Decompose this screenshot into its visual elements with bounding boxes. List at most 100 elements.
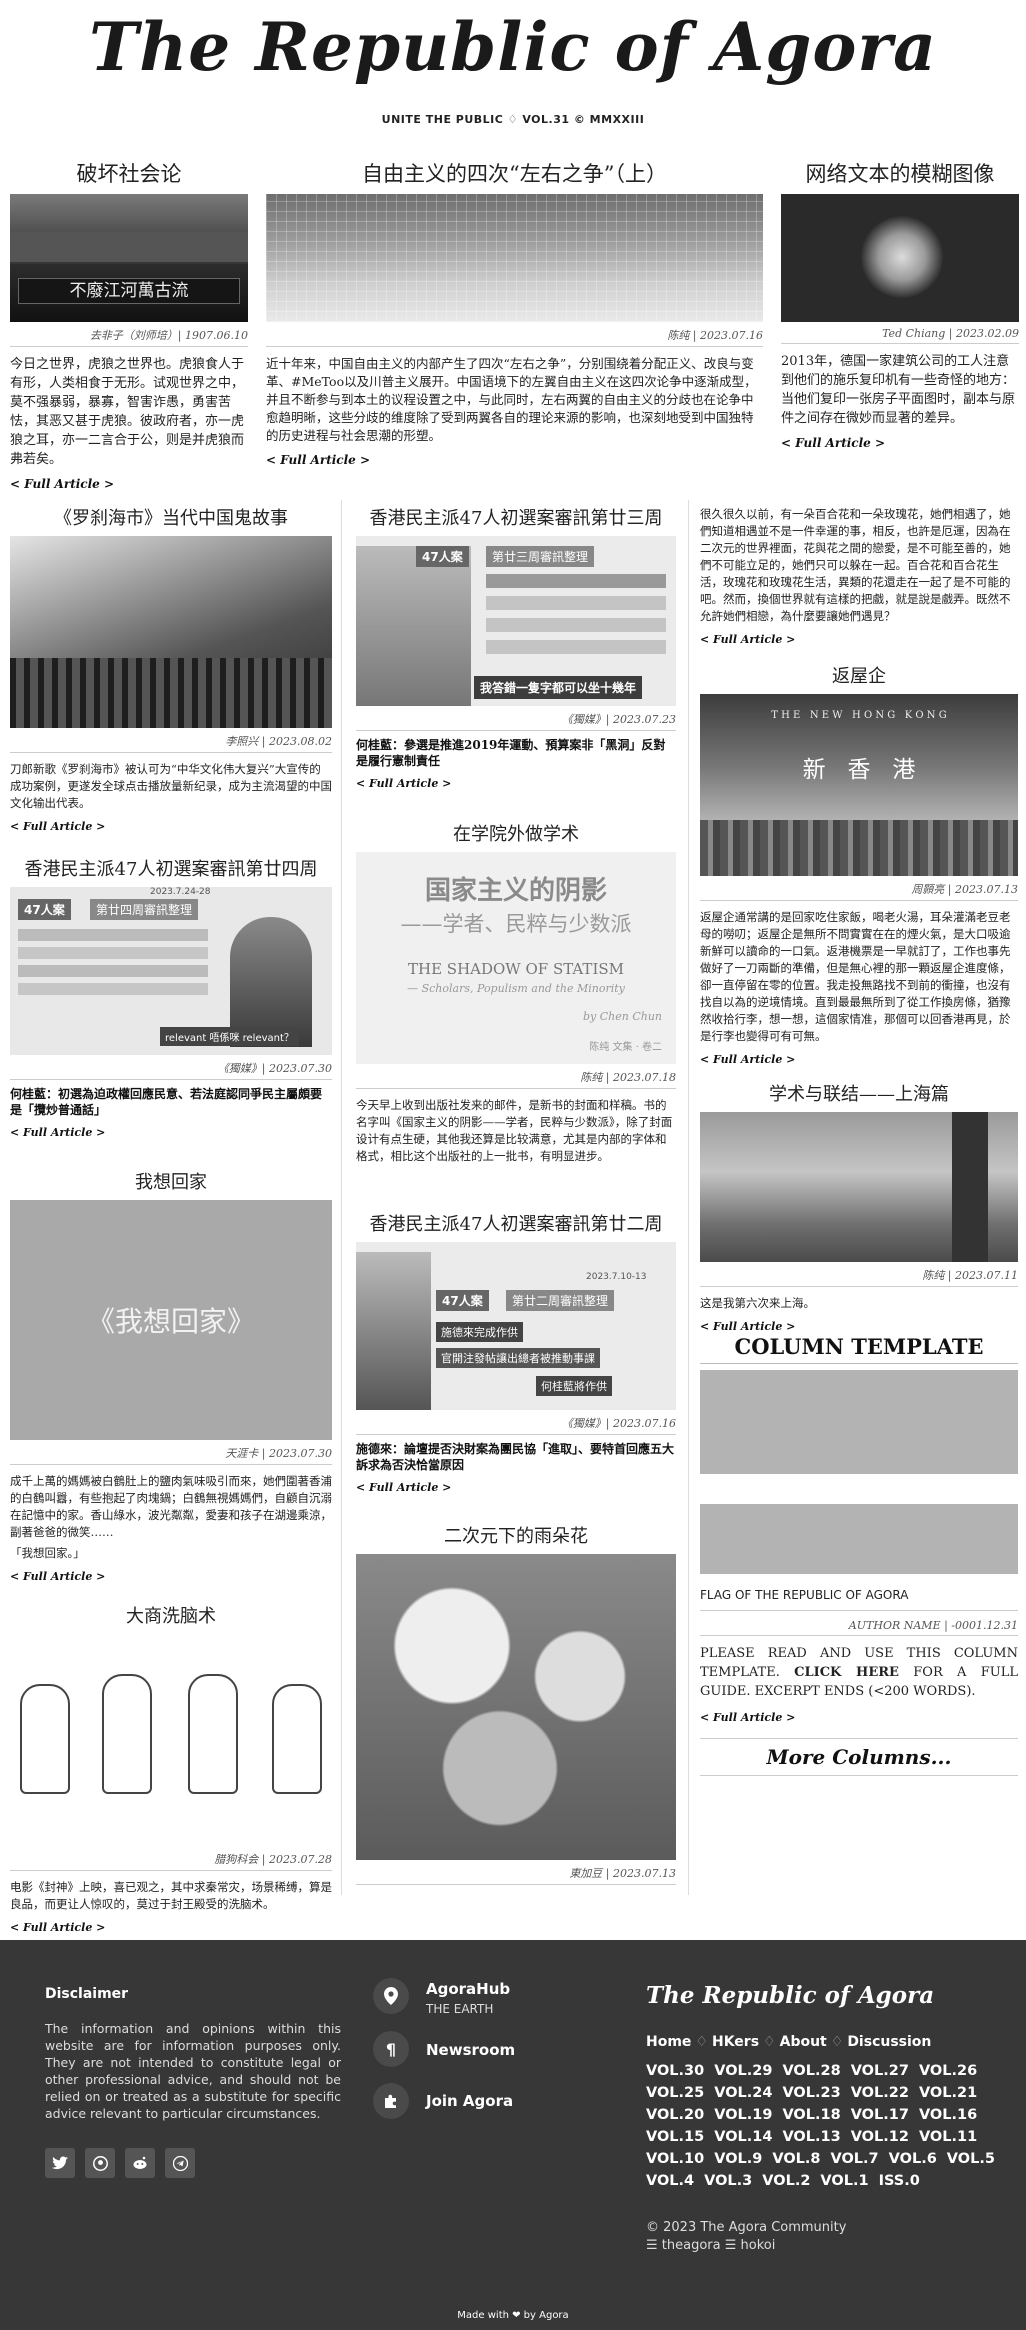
- volume-link[interactable]: VOL.29: [714, 2060, 772, 2082]
- article-card-return-home: 返屋企 T H E N E W H O N G K O N G 新 香 港 周顥…: [700, 662, 1018, 1066]
- volume-link[interactable]: ISS.0: [879, 2170, 920, 2192]
- nav-about[interactable]: About: [780, 2034, 827, 2050]
- github-icon[interactable]: [85, 2148, 115, 2178]
- article-image[interactable]: [10, 536, 332, 728]
- full-article-link[interactable]: < Full Article >: [10, 1921, 332, 1934]
- full-article-link[interactable]: < Full Article >: [356, 1481, 676, 1494]
- template-title[interactable]: COLUMN TEMPLATE: [700, 1334, 1018, 1364]
- puzzle-icon[interactable]: [373, 2083, 409, 2119]
- volume-link[interactable]: VOL.18: [782, 2104, 840, 2126]
- volume-link[interactable]: VOL.28: [782, 2060, 840, 2082]
- full-article-link[interactable]: < Full Article >: [10, 1570, 332, 1583]
- volume-link[interactable]: VOL.14: [714, 2126, 772, 2148]
- credits[interactable]: ☰ theagora ☰ hokoi: [646, 2238, 775, 2253]
- volume-link[interactable]: VOL.4: [646, 2170, 694, 2192]
- volume-link[interactable]: VOL.11: [919, 2126, 977, 2148]
- full-article-link[interactable]: < Full Article >: [10, 1126, 332, 1139]
- volume-link[interactable]: VOL.1: [820, 2170, 868, 2192]
- article-title[interactable]: 《罗刹海市》当代中国鬼故事: [10, 504, 332, 530]
- article-image[interactable]: 47人案 第廿二周審訊整理 2023.7.10-13 施德來完成作供 官開注發帖…: [356, 1242, 676, 1410]
- article-image[interactable]: T H E N E W H O N G K O N G 新 香 港: [700, 694, 1018, 876]
- article-meta: 天涯卡 | 2023.07.30: [10, 1445, 332, 1465]
- article-title[interactable]: 二次元下的雨朵花: [356, 1522, 676, 1548]
- join-agora-link[interactable]: Join Agora: [426, 2092, 513, 2110]
- article-title[interactable]: 网络文本的模糊图像: [781, 158, 1019, 188]
- full-article-link[interactable]: < Full Article >: [700, 1053, 1018, 1066]
- volume-link[interactable]: VOL.20: [646, 2104, 704, 2126]
- article-headline: 何桂藍：初選為迫政權回應民意、若法庭認同爭民主屬頗要是「攬炒普通話」: [10, 1087, 323, 1117]
- more-columns-link[interactable]: More Columns...: [700, 1738, 1018, 1776]
- pilcrow-icon[interactable]: ¶: [373, 2031, 409, 2067]
- article-excerpt: 刀郎新歌《罗刹海市》被认可为“中华文化伟大复兴”大宣传的成功案例，更遂发全球点击…: [10, 762, 332, 810]
- volume-link[interactable]: VOL.17: [851, 2104, 909, 2126]
- site-title[interactable]: The Republic of Agora: [0, 8, 1026, 86]
- article-meta: AUTHOR NAME | -0001.12.31: [700, 1619, 1018, 1636]
- article-title[interactable]: 我想回家: [10, 1168, 332, 1194]
- article-title[interactable]: 破坏社会论: [10, 158, 248, 188]
- article-image[interactable]: [266, 194, 763, 322]
- article-image[interactable]: 不廢江河萬古流: [10, 194, 248, 322]
- volume-link[interactable]: VOL.15: [646, 2126, 704, 2148]
- full-article-link[interactable]: < Full Article >: [700, 1320, 1018, 1333]
- telegram-icon[interactable]: [165, 2148, 195, 2178]
- nav-discussion[interactable]: Discussion: [847, 2034, 931, 2050]
- article-image[interactable]: [10, 1634, 332, 1846]
- full-article-link[interactable]: < Full Article >: [700, 1711, 1018, 1724]
- full-article-link[interactable]: < Full Article >: [10, 820, 332, 833]
- volume-link[interactable]: VOL.26: [919, 2060, 977, 2082]
- map-pin-icon[interactable]: [373, 1978, 409, 2014]
- nav-hkers[interactable]: HKers: [712, 2034, 759, 2050]
- article-image[interactable]: 47人案 第廿三周審訊整理 我答錯一隻字都可以坐十幾年: [356, 536, 676, 706]
- agorahub-link[interactable]: AgoraHub: [426, 1980, 510, 1998]
- volume-link[interactable]: VOL.2: [762, 2170, 810, 2192]
- article-image[interactable]: [356, 1554, 676, 1860]
- article-title[interactable]: 在学院外做学术: [356, 820, 676, 846]
- reddit-icon[interactable]: [125, 2148, 155, 2178]
- full-article-link[interactable]: < Full Article >: [266, 453, 763, 467]
- volume-link[interactable]: VOL.24: [714, 2082, 772, 2104]
- volume-link[interactable]: VOL.9: [714, 2148, 762, 2170]
- volume-link[interactable]: VOL.13: [782, 2126, 840, 2148]
- guide-link[interactable]: CLICK HERE: [794, 1665, 899, 1680]
- book-cover-series: 陈纯 文集 · 卷二: [589, 1042, 662, 1053]
- article-image[interactable]: [781, 194, 1019, 322]
- article-title[interactable]: 香港民主派47人初選案審訊第廿四周: [10, 855, 332, 881]
- article-title[interactable]: 自由主义的四次“左右之争”（上）: [266, 158, 763, 188]
- article-title[interactable]: 返屋企: [700, 662, 1018, 688]
- twitter-icon[interactable]: [45, 2148, 75, 2178]
- full-article-link[interactable]: < Full Article >: [700, 633, 1018, 646]
- full-article-link[interactable]: < Full Article >: [781, 436, 1019, 450]
- footer-brand[interactable]: The Republic of Agora: [646, 1982, 934, 2009]
- volume-link[interactable]: VOL.6: [889, 2148, 937, 2170]
- volume-link[interactable]: VOL.7: [831, 2148, 879, 2170]
- article-image[interactable]: 国家主义的阴影 ——学者、民粹与少数派 THE SHADOW OF STATIS…: [356, 852, 676, 1064]
- article-card-two-flowers: 二次元下的雨朵花 東加豆 | 2023.07.13: [356, 1522, 676, 1885]
- volume-link[interactable]: VOL.27: [851, 2060, 909, 2082]
- volume-link[interactable]: VOL.23: [782, 2082, 840, 2104]
- nav-home[interactable]: Home: [646, 2034, 691, 2050]
- volume-link[interactable]: VOL.25: [646, 2082, 704, 2104]
- article-meta: 陈纯 | 2023.07.16: [266, 327, 763, 347]
- volume-link[interactable]: VOL.19: [714, 2104, 772, 2126]
- article-image[interactable]: 《我想回家》: [10, 1200, 332, 1440]
- volume-link[interactable]: VOL.10: [646, 2148, 704, 2170]
- article-title[interactable]: 香港民主派47人初選案審訊第廿二周: [356, 1210, 676, 1236]
- volume-link[interactable]: VOL.12: [851, 2126, 909, 2148]
- article-image[interactable]: [700, 1112, 1018, 1262]
- volume-link[interactable]: VOL.22: [851, 2082, 909, 2104]
- article-title[interactable]: 大商洗脑术: [10, 1602, 332, 1628]
- newsroom-link[interactable]: Newsroom: [426, 2041, 515, 2059]
- disclaimer-text: The information and opinions within this…: [45, 2021, 341, 2121]
- volume-link[interactable]: VOL.3: [704, 2170, 752, 2192]
- volume-link[interactable]: VOL.16: [919, 2104, 977, 2126]
- article-image[interactable]: 47人案 第廿四周審訊整理 2023.7.24-28 relevant 唔係咪 …: [10, 887, 332, 1055]
- article-title[interactable]: 香港民主派47人初選案審訊第廿三周: [356, 504, 676, 530]
- volume-link[interactable]: VOL.30: [646, 2060, 704, 2082]
- book-cover-subtitle-en: — Scholars, Populism and the Minority: [407, 982, 625, 995]
- full-article-link[interactable]: < Full Article >: [10, 477, 248, 491]
- volume-link[interactable]: VOL.21: [919, 2082, 977, 2104]
- full-article-link[interactable]: < Full Article >: [356, 777, 676, 790]
- article-title[interactable]: 学术与联结——上海篇: [700, 1080, 1018, 1106]
- volume-link[interactable]: VOL.8: [772, 2148, 820, 2170]
- volume-link[interactable]: VOL.5: [947, 2148, 995, 2170]
